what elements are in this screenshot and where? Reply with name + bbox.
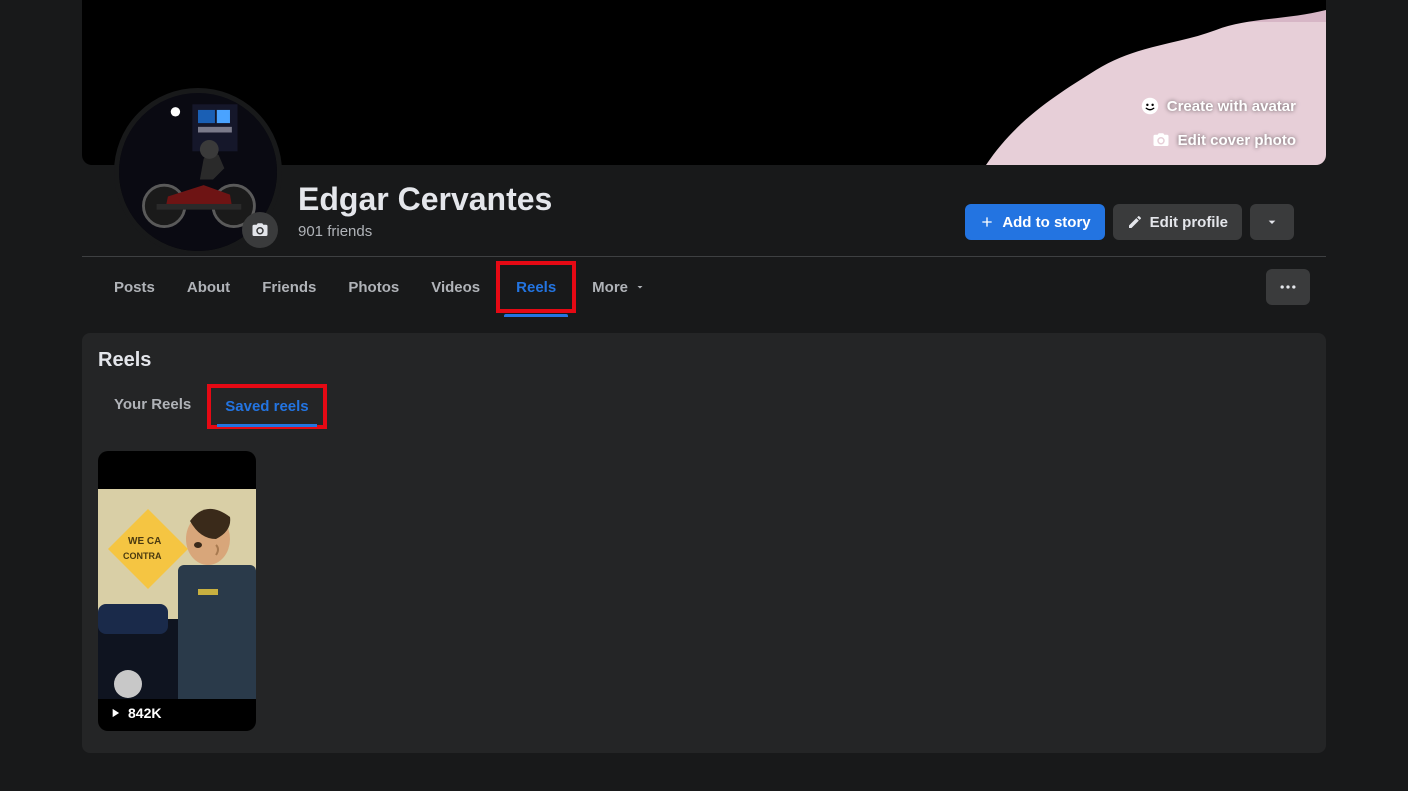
tab-label: More	[592, 279, 628, 296]
profile-options-button[interactable]	[1266, 269, 1310, 305]
tab-photos[interactable]: Photos	[332, 257, 415, 317]
camera-icon	[251, 221, 269, 239]
edit-profile-label: Edit profile	[1150, 214, 1228, 231]
tab-friends[interactable]: Friends	[246, 257, 332, 317]
svg-text:WE CA: WE CA	[128, 536, 161, 547]
tab-reels[interactable]: Reels	[496, 261, 576, 313]
tab-posts[interactable]: Posts	[98, 257, 171, 317]
tab-label: About	[187, 279, 230, 296]
edit-profile-button[interactable]: Edit profile	[1113, 204, 1242, 240]
subtab-your-reels[interactable]: Your Reels	[98, 384, 207, 429]
avatar-container	[114, 88, 282, 256]
tab-about[interactable]: About	[171, 257, 246, 317]
profile-header: Edgar Cervantes 901 friends Add to story…	[82, 85, 1326, 257]
reel-view-count: 842K	[128, 705, 161, 721]
tab-label: Reels	[516, 279, 556, 296]
reel-grid: WE CA CONTRA	[98, 451, 1310, 731]
add-to-story-label: Add to story	[1002, 214, 1090, 231]
subtab-label: Your Reels	[114, 396, 191, 413]
change-avatar-button[interactable]	[242, 212, 278, 248]
pencil-icon	[1127, 214, 1143, 230]
ellipsis-icon	[1278, 277, 1298, 297]
tab-more[interactable]: More	[576, 257, 662, 317]
reel-views: 842K	[108, 705, 161, 721]
profile-tabs: Posts About Friends Photos Videos Reels …	[82, 257, 1326, 317]
chevron-down-icon	[1264, 214, 1280, 230]
tab-label: Friends	[262, 279, 316, 296]
caret-down-icon	[634, 281, 646, 293]
name-block: Edgar Cervantes 901 friends	[298, 182, 965, 256]
section-title: Reels	[98, 349, 1310, 372]
subtab-saved-reels[interactable]: Saved reels	[207, 384, 326, 429]
profile-name: Edgar Cervantes	[298, 182, 965, 217]
more-actions-dropdown[interactable]	[1250, 204, 1294, 240]
tab-label: Videos	[431, 279, 480, 296]
reel-item[interactable]: WE CA CONTRA	[98, 451, 256, 731]
subtab-label: Saved reels	[225, 398, 308, 415]
play-icon	[108, 706, 122, 720]
plus-icon	[979, 214, 995, 230]
tab-label: Photos	[348, 279, 399, 296]
tab-label: Posts	[114, 279, 155, 296]
friends-count[interactable]: 901 friends	[298, 223, 965, 240]
tab-videos[interactable]: Videos	[415, 257, 496, 317]
reels-subtabs: Your Reels Saved reels	[98, 384, 1310, 429]
add-to-story-button[interactable]: Add to story	[965, 204, 1104, 240]
reel-thumbnail: WE CA CONTRA	[98, 489, 256, 699]
profile-actions: Add to story Edit profile	[965, 204, 1294, 256]
reels-section: Reels Your Reels Saved reels WE CA CONTR…	[82, 333, 1326, 753]
svg-text:CONTRA: CONTRA	[123, 551, 162, 561]
